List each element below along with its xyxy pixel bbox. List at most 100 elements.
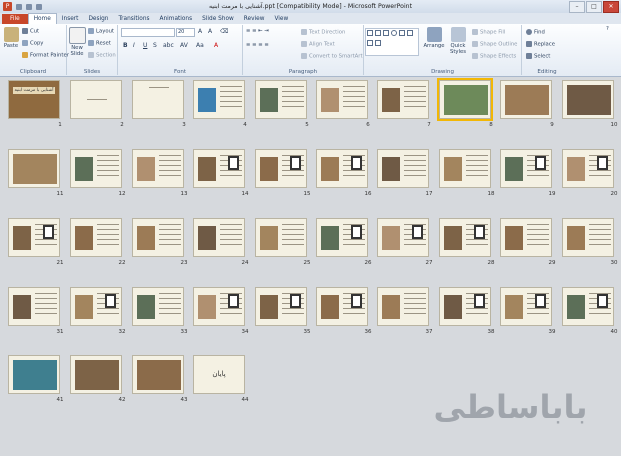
- select-button[interactable]: Select: [526, 53, 550, 60]
- slide-thumbnail[interactable]: [437, 78, 493, 121]
- slide-thumbnail[interactable]: [255, 80, 307, 119]
- shape-effects-button[interactable]: Shape Effects: [472, 53, 516, 60]
- slide-thumbnail[interactable]: [70, 149, 122, 188]
- slide-thumbnail[interactable]: [562, 218, 614, 257]
- slide-thumbnail[interactable]: [562, 80, 614, 119]
- slide-thumbnail[interactable]: [500, 218, 552, 257]
- slide-thumbnail[interactable]: آشنایی با مرمت ابنیه: [8, 80, 60, 119]
- layout-button[interactable]: Layout: [88, 28, 114, 35]
- slide-thumbnail[interactable]: [70, 287, 122, 326]
- slide-thumbnail[interactable]: [377, 149, 429, 188]
- arrange-button[interactable]: Arrange: [422, 27, 446, 49]
- slide-thumbnail[interactable]: [439, 287, 491, 326]
- new-slide-button[interactable]: New Slide: [68, 27, 86, 57]
- align-icons[interactable]: ≡ ≡ ≡ ≡: [246, 42, 269, 48]
- slide-thumbnail[interactable]: [500, 80, 552, 119]
- tab-file[interactable]: File: [2, 14, 28, 24]
- bold-icon[interactable]: B: [123, 42, 128, 49]
- shape-fill-button[interactable]: Shape Fill: [472, 29, 505, 36]
- shrink-font-icon[interactable]: A: [208, 28, 212, 35]
- paste-button[interactable]: Paste: [2, 27, 20, 49]
- tab-review[interactable]: Review: [239, 14, 270, 24]
- quick-styles-button[interactable]: Quick Styles: [447, 27, 469, 55]
- copy-button[interactable]: Copy: [22, 40, 43, 47]
- slide-thumbnail[interactable]: [193, 149, 245, 188]
- font-size-box[interactable]: 20: [176, 28, 195, 37]
- font-name-box[interactable]: [121, 28, 175, 37]
- slide-thumbnail[interactable]: [316, 149, 368, 188]
- reset-button[interactable]: Reset: [88, 40, 111, 47]
- slide-picture: [444, 295, 462, 319]
- slide-thumbnail[interactable]: [562, 149, 614, 188]
- bullets-icon[interactable]: ≡ ≡ ⇤ ⇥: [246, 28, 269, 34]
- character-spacing-icon[interactable]: AV: [180, 42, 188, 49]
- slide-thumbnail[interactable]: [500, 287, 552, 326]
- slide-text-line: [282, 224, 304, 225]
- slide-thumbnail[interactable]: [70, 80, 122, 119]
- replace-button[interactable]: Replace: [526, 41, 555, 48]
- format-painter-button[interactable]: Format Painter: [22, 52, 69, 59]
- title-bar: P آشنایی با مرمت ابنیه.ppt [Compatibilit…: [0, 0, 621, 13]
- font-color-icon[interactable]: A: [214, 42, 218, 49]
- shapes-gallery[interactable]: [365, 28, 419, 56]
- minimize-button[interactable]: –: [569, 1, 585, 13]
- underline-icon[interactable]: U: [143, 42, 147, 49]
- slide-thumbnail[interactable]: [8, 355, 60, 394]
- slide-thumbnail[interactable]: [255, 218, 307, 257]
- text-direction-button[interactable]: Text Direction: [301, 29, 345, 36]
- slide-thumbnail[interactable]: [193, 80, 245, 119]
- slide-frame-graphic: [412, 225, 423, 239]
- section-button[interactable]: Section: [88, 52, 116, 59]
- help-icon[interactable]: ?: [606, 26, 609, 32]
- slide-thumbnail[interactable]: [255, 149, 307, 188]
- slide-thumbnail[interactable]: [8, 149, 60, 188]
- convert-smartart-button[interactable]: Convert to SmartArt: [301, 53, 363, 60]
- slide-picture: [75, 360, 119, 390]
- slide-thumbnail[interactable]: [70, 355, 122, 394]
- slide-thumbnail[interactable]: [8, 287, 60, 326]
- cut-button[interactable]: Cut: [22, 28, 39, 35]
- tab-home[interactable]: Home: [27, 13, 57, 24]
- slide-thumbnail[interactable]: [193, 287, 245, 326]
- clear-formatting-icon[interactable]: ⌫: [220, 28, 228, 35]
- ribbon-tabs: File Home Insert Design Transitions Anim…: [0, 13, 621, 24]
- slide-thumbnail[interactable]: [255, 287, 307, 326]
- slide-thumbnail[interactable]: [377, 80, 429, 119]
- tab-view[interactable]: View: [269, 14, 293, 24]
- slide-thumbnail[interactable]: پایان: [193, 355, 245, 394]
- slide-thumbnail[interactable]: [8, 218, 60, 257]
- close-button[interactable]: ✕: [603, 1, 619, 13]
- tab-design[interactable]: Design: [83, 14, 113, 24]
- slide-thumbnail[interactable]: [193, 218, 245, 257]
- slide-thumbnail[interactable]: [70, 218, 122, 257]
- tab-animations[interactable]: Animations: [155, 14, 198, 24]
- slide-thumbnail[interactable]: [132, 218, 184, 257]
- slide-thumbnail[interactable]: [132, 355, 184, 394]
- tab-transitions[interactable]: Transitions: [113, 14, 154, 24]
- slide-thumbnail[interactable]: [377, 218, 429, 257]
- align-text-button[interactable]: Align Text: [301, 41, 335, 48]
- slide-thumbnail[interactable]: [500, 149, 552, 188]
- find-button[interactable]: Find: [526, 29, 545, 36]
- shadow-icon[interactable]: S: [153, 42, 157, 49]
- slide-thumbnail[interactable]: [439, 149, 491, 188]
- italic-icon[interactable]: I: [133, 42, 135, 49]
- slide-thumbnail[interactable]: [377, 287, 429, 326]
- grow-font-icon[interactable]: A: [198, 28, 202, 35]
- slide-thumbnail[interactable]: [132, 149, 184, 188]
- slide-thumbnail[interactable]: [316, 218, 368, 257]
- slide-thumbnail[interactable]: [316, 80, 368, 119]
- slide-thumbnail[interactable]: [316, 287, 368, 326]
- slide-thumbnail[interactable]: [562, 287, 614, 326]
- shape-outline-button[interactable]: Shape Outline: [472, 41, 517, 48]
- maximize-button[interactable]: □: [586, 1, 602, 13]
- strikethrough-icon[interactable]: abc: [163, 42, 174, 49]
- slide-thumbnail[interactable]: [439, 218, 491, 257]
- slide-thumbnail[interactable]: [132, 80, 184, 119]
- slide-picture: [75, 157, 93, 181]
- change-case-icon[interactable]: Aa: [196, 42, 204, 49]
- tab-slide-show[interactable]: Slide Show: [197, 14, 239, 24]
- slide-text-line: [466, 170, 488, 171]
- tab-insert[interactable]: Insert: [57, 14, 84, 24]
- slide-thumbnail[interactable]: [132, 287, 184, 326]
